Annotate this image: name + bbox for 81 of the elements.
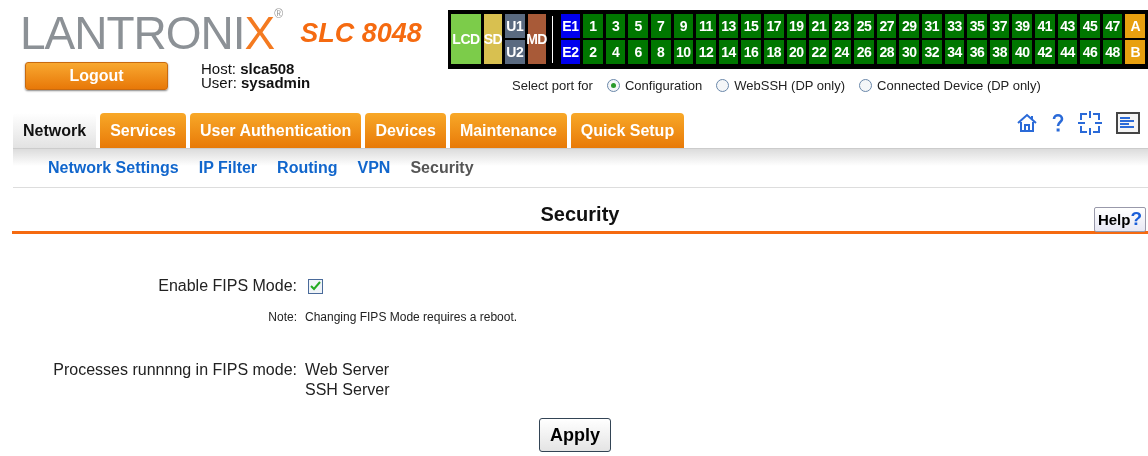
port-cell[interactable]: 42 xyxy=(1035,40,1055,64)
fips-checkbox[interactable] xyxy=(308,278,323,294)
port-cell[interactable]: 25 xyxy=(854,14,874,38)
port-cell[interactable]: 30 xyxy=(899,40,920,64)
port-cell[interactable]: 26 xyxy=(854,40,874,64)
port-cell[interactable]: 21 xyxy=(809,14,829,38)
port-cell[interactable]: 11 xyxy=(696,14,716,38)
subnav-link[interactable]: Routing xyxy=(277,156,338,180)
note-text: Changing FIPS Mode requires a reboot. xyxy=(305,310,518,324)
note-label: Note: xyxy=(267,309,297,326)
port-cell[interactable]: 45 xyxy=(1080,14,1100,38)
port-cell[interactable]: 31 xyxy=(922,14,942,38)
port-cell[interactable]: 23 xyxy=(831,14,852,38)
port-cell[interactable]: 14 xyxy=(718,40,739,64)
port-cell[interactable]: 6 xyxy=(628,40,648,64)
port-cell[interactable]: 17 xyxy=(763,14,784,38)
help-button[interactable]: Help? xyxy=(1093,207,1146,232)
port-cell[interactable]: 7 xyxy=(650,14,671,38)
port-cell[interactable]: 13 xyxy=(718,14,739,38)
port-cell[interactable]: 12 xyxy=(696,40,716,64)
port-cell[interactable]: 28 xyxy=(876,40,897,64)
port-cell[interactable]: 1 xyxy=(583,14,603,38)
radio-option[interactable]: WebSSH (DP only) xyxy=(716,76,846,96)
port-cell[interactable]: 41 xyxy=(1035,14,1055,38)
port-cell[interactable]: 39 xyxy=(1012,14,1033,38)
port-cell[interactable]: 10 xyxy=(673,40,694,64)
port-cell[interactable]: 15 xyxy=(741,14,761,38)
crosshair-icon[interactable] xyxy=(1078,111,1102,135)
model-name: SLC 8048 xyxy=(300,16,422,50)
process-name: Web Server xyxy=(305,360,391,380)
field-label: Processes runnnng in FIPS mode: xyxy=(52,360,297,380)
port-cell[interactable]: 24 xyxy=(831,40,852,64)
port-cell[interactable]: 32 xyxy=(922,40,942,64)
host-text: Host: slca508 xyxy=(201,62,296,76)
lantronix-logo: LANTRONIX$^{®}$ xyxy=(20,10,283,56)
port-cell[interactable]: 27 xyxy=(876,14,897,38)
status-indicator: SD xyxy=(484,14,502,64)
radio-option[interactable]: Connected Device (DP only) xyxy=(859,76,1041,96)
page-title: Security xyxy=(540,201,620,227)
port-cell[interactable]: 22 xyxy=(809,40,829,64)
port-cell[interactable]: 47 xyxy=(1102,14,1123,38)
field-label: Enable FIPS Mode: xyxy=(157,276,297,296)
port-cell[interactable]: 36 xyxy=(967,40,987,64)
port-cell[interactable]: 40 xyxy=(1012,40,1033,64)
port-cell[interactable]: 34 xyxy=(944,40,965,64)
list-icon[interactable] xyxy=(1116,112,1140,134)
port-cell[interactable]: 5 xyxy=(628,14,648,38)
home-icon[interactable] xyxy=(1016,113,1038,133)
process-name: SSH Server xyxy=(305,380,391,400)
port-cell[interactable]: 46 xyxy=(1080,40,1100,64)
port-cell[interactable]: 37 xyxy=(989,14,1010,38)
port-cell[interactable]: 19 xyxy=(786,14,807,38)
port-cell[interactable]: E2 xyxy=(560,40,581,64)
status-indicator: LCD xyxy=(451,14,481,64)
port-cell[interactable]: 43 xyxy=(1057,14,1078,38)
port-cell[interactable]: U1 xyxy=(505,14,525,38)
port-cell[interactable]: 3 xyxy=(605,14,626,38)
user-text: User: sysadmin xyxy=(201,76,311,90)
port-cell[interactable]: 9 xyxy=(673,14,694,38)
port-select-label: Select port for xyxy=(512,77,593,95)
port-cell[interactable]: 2 xyxy=(583,40,603,64)
port-cell[interactable]: 48 xyxy=(1102,40,1123,64)
radio-option[interactable]: Configuration xyxy=(606,76,703,96)
port-cell[interactable]: 38 xyxy=(989,40,1010,64)
port-cell[interactable]: E1 xyxy=(560,14,581,38)
port-cell[interactable]: 29 xyxy=(899,14,920,38)
subnav-link[interactable]: Network Settings xyxy=(48,156,179,180)
port-cell[interactable]: 18 xyxy=(763,40,784,64)
help-icon[interactable] xyxy=(1052,113,1064,133)
port-cell[interactable]: 4 xyxy=(605,40,626,64)
apply-button[interactable]: Apply xyxy=(539,418,611,452)
port-cell[interactable]: U2 xyxy=(505,40,525,64)
port-cell[interactable]: 8 xyxy=(650,40,671,64)
port-cell[interactable]: 16 xyxy=(741,40,761,64)
subnav-link[interactable]: VPN xyxy=(357,156,391,180)
subnav-link[interactable]: IP Filter xyxy=(198,156,258,180)
subnav-link[interactable]: Security xyxy=(410,156,474,180)
port-cell[interactable]: 44 xyxy=(1057,40,1078,64)
port-cell[interactable]: 20 xyxy=(786,40,807,64)
port-cell[interactable]: 33 xyxy=(944,14,965,38)
port-cell[interactable]: 35 xyxy=(967,14,987,38)
